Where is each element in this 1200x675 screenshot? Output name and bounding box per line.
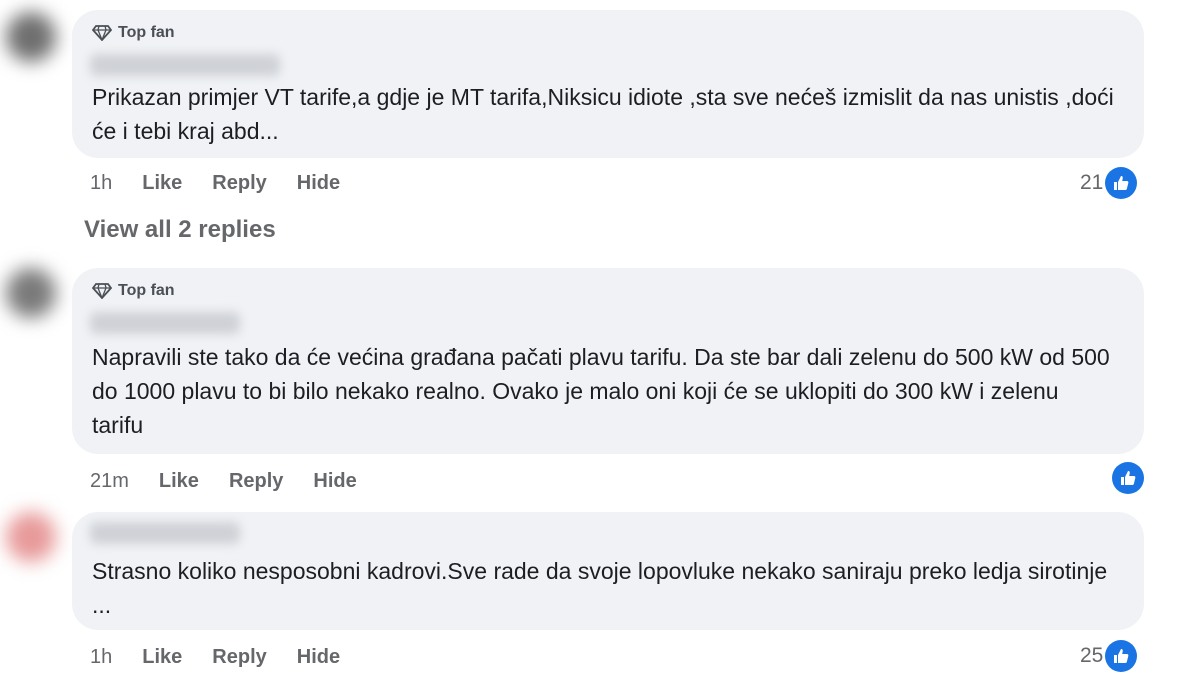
timestamp[interactable]: 1h — [90, 172, 112, 195]
like-button[interactable]: Like — [142, 172, 182, 195]
author-name[interactable] — [90, 522, 240, 544]
comment-bubble: Top fan Prikazan primjer VT tarife,a gdj… — [72, 10, 1144, 158]
reply-button[interactable]: Reply — [212, 646, 266, 669]
author-name[interactable] — [90, 312, 240, 334]
timestamp[interactable]: 21m — [90, 470, 129, 493]
reply-button[interactable]: Reply — [229, 470, 283, 493]
view-replies-link[interactable]: View all 2 replies — [84, 216, 276, 244]
thumbs-up-icon — [1112, 462, 1144, 494]
comment-actions: 1h Like Reply Hide — [90, 172, 340, 195]
reaction-summary[interactable]: 21 — [1080, 167, 1138, 199]
thumbs-up-icon — [1105, 167, 1138, 199]
hide-button[interactable]: Hide — [313, 470, 356, 493]
comment-text: Prikazan primjer VT tarife,a gdje je MT … — [92, 84, 1114, 144]
like-button[interactable]: Like — [159, 470, 199, 493]
comment-text: Napravili ste tako da će većina građana … — [92, 344, 1110, 438]
reaction-count: 25 — [1080, 644, 1104, 667]
avatar[interactable] — [6, 512, 56, 562]
avatar[interactable] — [6, 268, 56, 318]
reaction-count: 21 — [1080, 171, 1104, 194]
author-name[interactable] — [90, 54, 280, 76]
top-fan-badge: Top fan — [92, 24, 175, 42]
thumbs-up-icon — [1105, 640, 1138, 672]
comment-bubble: Top fan Napravili ste tako da će većina … — [72, 268, 1144, 454]
diamond-icon — [92, 283, 112, 299]
comment-text: Strasno koliko nesposobni kadrovi.Sve ra… — [92, 558, 1108, 618]
comment-bubble: Strasno koliko nesposobni kadrovi.Sve ra… — [72, 512, 1144, 630]
like-button[interactable]: Like — [142, 646, 182, 669]
reaction-summary[interactable] — [1110, 462, 1144, 494]
hide-button[interactable]: Hide — [297, 646, 340, 669]
comment-actions: 21m Like Reply Hide — [90, 470, 357, 493]
reply-button[interactable]: Reply — [212, 172, 266, 195]
top-fan-badge: Top fan — [92, 282, 175, 300]
comment-actions: 1h Like Reply Hide — [90, 646, 340, 669]
avatar[interactable] — [6, 12, 56, 62]
badge-label: Top fan — [118, 282, 175, 299]
timestamp[interactable]: 1h — [90, 646, 112, 669]
reaction-summary[interactable]: 25 — [1080, 640, 1138, 672]
diamond-icon — [92, 25, 112, 41]
hide-button[interactable]: Hide — [297, 172, 340, 195]
badge-label: Top fan — [118, 24, 175, 41]
